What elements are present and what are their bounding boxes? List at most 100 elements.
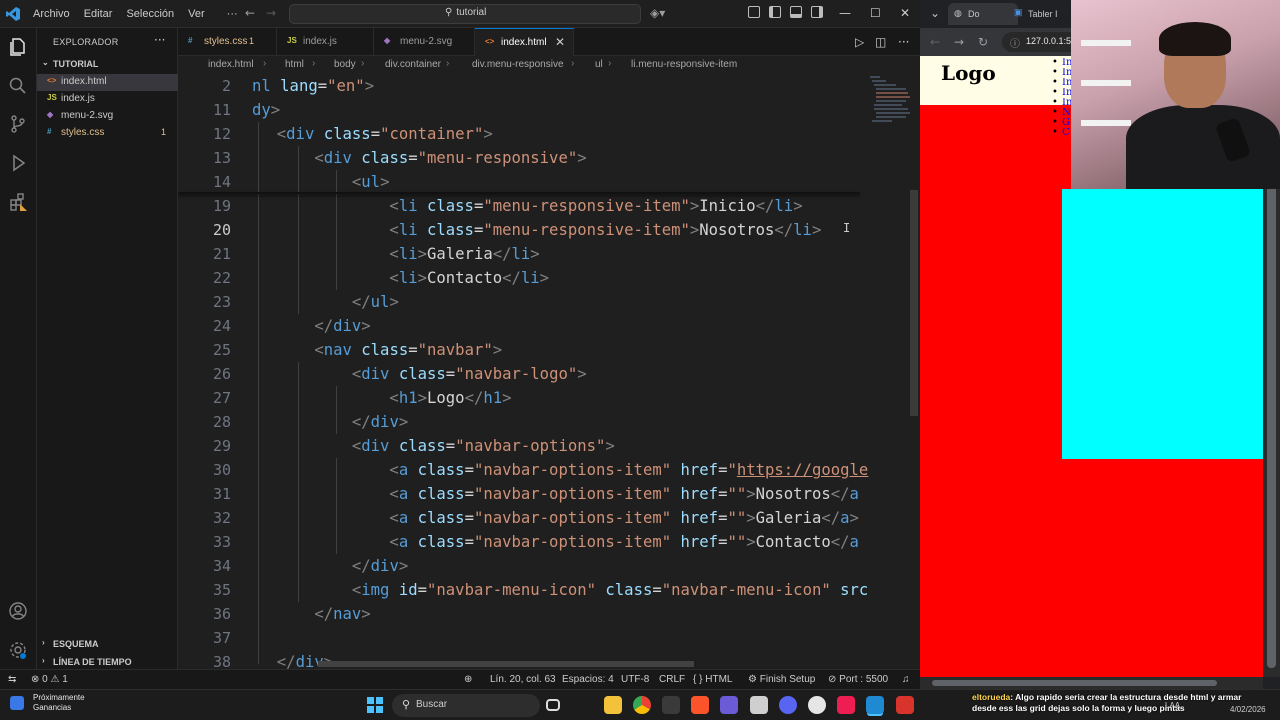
reload-icon[interactable]: ↻	[978, 35, 988, 49]
close-window-icon[interactable]: ✕	[900, 6, 910, 20]
menu-more-button[interactable]: ···	[220, 8, 245, 20]
vscode-icon[interactable]	[866, 696, 884, 714]
editor-horizontal-scrollbar[interactable]	[318, 661, 694, 667]
tab-index-html[interactable]: <> index.html ✕	[475, 28, 574, 56]
breadcrumb-item-container[interactable]: div.container	[385, 59, 441, 70]
extensions-icon[interactable]	[8, 192, 28, 212]
code-line[interactable]: 37	[178, 626, 920, 650]
code-line[interactable]: 29 <div class="navbar-options">	[178, 434, 920, 458]
app-icon[interactable]	[662, 696, 680, 714]
tiktok-icon[interactable]	[837, 696, 855, 714]
editor-vertical-scrollbar[interactable]	[910, 190, 918, 416]
file-item-styles-css[interactable]: # styles.css 1	[37, 125, 178, 142]
chrome-icon[interactable]	[633, 696, 651, 714]
folder-tutorial[interactable]: ⌄ TUTORIAL	[37, 58, 178, 72]
code-line[interactable]: 11 dy>	[178, 98, 920, 122]
back-arrow-icon[interactable]: ←	[930, 35, 940, 49]
chatgpt-icon[interactable]	[808, 696, 826, 714]
page-menu-item[interactable]: C	[1052, 128, 1072, 138]
code-line[interactable]: 32 <a class="navbar-options-item" href="…	[178, 506, 920, 530]
notifications-bell-icon[interactable]: ♫	[902, 674, 910, 685]
code-line[interactable]: 20 <li class="menu-responsive-item">Noso…	[178, 218, 920, 242]
minimap[interactable]	[866, 74, 910, 134]
browser-tab-active[interactable]: ◍ Do	[948, 3, 1018, 25]
page-menu-item[interactable]: In	[1052, 98, 1072, 108]
code-line[interactable]: 34 </div>	[178, 554, 920, 578]
code-line[interactable]: 25 <nav class="navbar">	[178, 338, 920, 362]
tab-menu-svg[interactable]: ◆ menu-2.svg	[374, 28, 475, 56]
code-line[interactable]: 22 <li>Contacto</li>	[178, 266, 920, 290]
code-line[interactable]: 33 <a class="navbar-options-item" href="…	[178, 530, 920, 554]
cursor-position[interactable]: Lín. 20, col. 63	[490, 674, 556, 685]
code-editor[interactable]: 2 nl lang="en"> 11 dy> 12 <div class="contai…	[178, 74, 920, 669]
close-tab-icon[interactable]: ✕	[555, 35, 565, 49]
start-windows-icon[interactable]	[367, 697, 383, 713]
indentation-setting[interactable]: Espacios: 4	[562, 674, 614, 685]
file-item-index-html[interactable]: <> index.html	[37, 74, 178, 91]
menu-ver[interactable]: Ver	[181, 8, 212, 20]
input-language[interactable]: LAA	[1165, 701, 1180, 710]
code-line[interactable]: 35 <img id="navbar-menu-icon" class="nav…	[178, 578, 920, 602]
tab-styles-css[interactable]: # styles.css 1	[178, 28, 277, 56]
code-line[interactable]: 21 <li>Galeria</li>	[178, 242, 920, 266]
run-debug-icon[interactable]	[8, 153, 28, 173]
source-control-icon[interactable]	[8, 114, 28, 134]
minimize-icon[interactable]: —	[839, 6, 851, 20]
code-line[interactable]: 30 <a class="navbar-options-item" href="…	[178, 458, 920, 482]
run-icon[interactable]: ▷	[855, 35, 864, 49]
page-menu-item[interactable]: N	[1052, 108, 1072, 118]
browser-horizontal-scrollbar[interactable]	[920, 677, 1263, 689]
manage-gear-icon[interactable]	[8, 640, 28, 660]
live-server-port[interactable]: ⊘ Port : 5500	[828, 674, 888, 685]
search-icon[interactable]	[8, 76, 28, 96]
menu-archivo[interactable]: Archivo	[26, 8, 77, 20]
code-line[interactable]: 27 <h1>Logo</h1>	[178, 386, 920, 410]
file-explorer-icon[interactable]	[604, 696, 622, 714]
toggle-sidebar-icon[interactable]	[769, 6, 781, 18]
code-line[interactable]: 13 <div class="menu-responsive">	[178, 146, 920, 170]
maximize-icon[interactable]: ☐	[870, 6, 881, 20]
finish-setup-button[interactable]: ⚙ Finish Setup	[748, 674, 815, 685]
eol-setting[interactable]: CRLF	[659, 674, 685, 685]
tab-index-js[interactable]: JS index.js	[277, 28, 374, 56]
page-menu-item[interactable]: In	[1052, 78, 1072, 88]
explorer-icon[interactable]	[8, 37, 28, 57]
app-icon[interactable]	[896, 696, 914, 714]
file-item-menu-svg[interactable]: ◆ menu-2.svg	[37, 108, 178, 125]
page-menu-item[interactable]: In	[1052, 58, 1072, 68]
breadcrumb-item-menu-responsive[interactable]: div.menu-responsive	[472, 59, 564, 70]
app-icon[interactable]	[720, 696, 738, 714]
code-line[interactable]: 14 <ul>	[178, 170, 920, 194]
problems-indicator[interactable]: ⊗ 0 ⚠ 1	[31, 674, 68, 685]
code-line[interactable]: 12 <div class="container">	[178, 122, 920, 146]
breadcrumb-item-ul[interactable]: ul	[595, 59, 603, 70]
menu-seleccion[interactable]: Selección	[119, 8, 181, 20]
taskbar-search[interactable]: ⚲ Buscar	[392, 694, 540, 717]
code-line[interactable]: 19 <li class="menu-responsive-item">Inic…	[178, 194, 920, 218]
encoding-setting[interactable]: UTF-8	[621, 674, 649, 685]
zoom-icon[interactable]: ⊕	[464, 674, 472, 685]
section-outline[interactable]: › ESQUEMA	[37, 636, 178, 652]
code-line[interactable]: 26 <div class="navbar-logo">	[178, 362, 920, 386]
section-timeline[interactable]: › LÍNEA DE TIEMPO	[37, 654, 178, 670]
page-menu-item[interactable]: G	[1052, 118, 1072, 128]
code-line[interactable]: 2 nl lang="en">	[178, 74, 920, 98]
code-line[interactable]: 31 <a class="navbar-options-item" href="…	[178, 482, 920, 506]
language-mode[interactable]: { } HTML	[693, 674, 732, 685]
back-arrow-icon[interactable]: ←	[245, 6, 255, 20]
page-menu-item[interactable]: In	[1052, 88, 1072, 98]
copilot-icon[interactable]: ◈▾	[650, 6, 665, 20]
taskbar-date[interactable]: 4/02/2026	[1230, 705, 1266, 714]
discord-icon[interactable]	[779, 696, 797, 714]
code-line[interactable]: 36 </nav>	[178, 602, 920, 626]
task-view-icon[interactable]	[546, 699, 560, 711]
account-icon[interactable]	[8, 601, 28, 621]
breadcrumb-item-li[interactable]: li.menu-responsive-item	[631, 59, 737, 70]
remote-indicator-icon[interactable]: ⇆	[8, 674, 16, 685]
forward-arrow-icon[interactable]: →	[266, 6, 276, 20]
widgets-button[interactable]: Próximamente Ganancias	[10, 693, 85, 713]
file-item-index-js[interactable]: JS index.js	[37, 91, 178, 108]
brave-icon[interactable]	[691, 696, 709, 714]
sidebar-more-button[interactable]: ···	[154, 33, 165, 47]
breadcrumb-item-file[interactable]: index.html	[208, 59, 254, 70]
